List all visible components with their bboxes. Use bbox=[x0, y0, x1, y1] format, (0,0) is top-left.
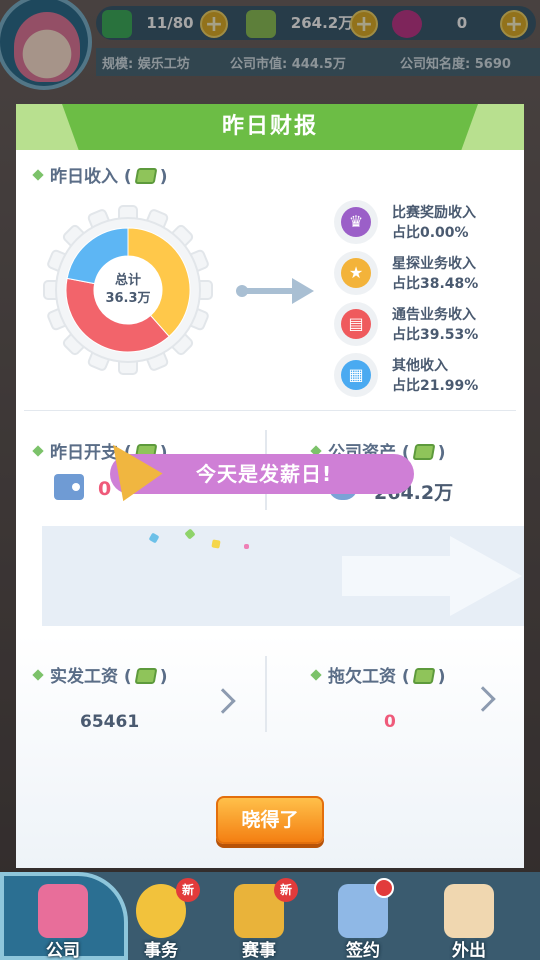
wallet-icon bbox=[54, 474, 84, 500]
nav-label: 外出 bbox=[452, 941, 486, 960]
legend-pct: 占比39.53% bbox=[392, 327, 479, 343]
dialog-title: 昨日财报 bbox=[221, 114, 318, 139]
dialog-banner: 昨日财报 bbox=[16, 104, 524, 150]
legend-badge: ▤ bbox=[334, 302, 378, 346]
legend-name: 其他收入 bbox=[392, 358, 448, 374]
income-heading: 昨日收入 () bbox=[32, 162, 168, 187]
company-icon bbox=[38, 884, 88, 938]
legend-pct: 占比38.48% bbox=[392, 276, 479, 292]
donut-hole bbox=[94, 256, 162, 324]
legend-badge: ▦ bbox=[334, 353, 378, 397]
paid-wages-label-end: ) bbox=[159, 667, 168, 687]
nav-item-company[interactable]: 公司 bbox=[18, 884, 108, 960]
assets-label-end: ) bbox=[437, 443, 446, 463]
bullet-icon bbox=[32, 669, 44, 681]
scout-star-icon: ★ bbox=[341, 258, 371, 288]
notification-dot bbox=[374, 878, 394, 898]
payday-arrow-decoration bbox=[342, 536, 522, 616]
owed-wages-heading: 拖欠工资 () bbox=[310, 662, 446, 687]
apps-grid-icon: ▦ bbox=[341, 360, 371, 390]
paid-wages-heading: 实发工资 () bbox=[32, 662, 168, 687]
trophy-icon: ♛ bbox=[341, 207, 371, 237]
nav-label: 公司 bbox=[46, 941, 80, 960]
column-divider bbox=[265, 656, 267, 732]
legend-pct: 占比21.99% bbox=[392, 378, 479, 394]
donut-total-value: 36.3万 bbox=[105, 291, 150, 306]
legend-badge: ♛ bbox=[334, 200, 378, 244]
confetti-icon bbox=[211, 539, 221, 549]
cash-icon bbox=[412, 668, 436, 684]
legend-item-scout: ★ 星探业务收入 占比38.48% bbox=[334, 251, 514, 295]
nav-item-exit[interactable]: 外出 bbox=[424, 884, 514, 960]
nav-label: 签约 bbox=[346, 941, 380, 960]
owed-wages-value: 0 bbox=[384, 712, 396, 732]
clapperboard-icon: ▤ bbox=[341, 309, 371, 339]
new-badge: 新 bbox=[176, 878, 200, 902]
cash-icon bbox=[412, 444, 436, 460]
nav-item-affairs[interactable]: 新 事务 bbox=[116, 878, 206, 960]
paid-wages-label: 实发工资 ( bbox=[50, 667, 132, 687]
cash-icon bbox=[134, 168, 158, 184]
income-donut-chart: 总计 36.3万 bbox=[43, 205, 213, 375]
section-divider bbox=[24, 410, 516, 411]
arrow-shaft bbox=[240, 288, 296, 294]
legend-pct: 占比0.00% bbox=[392, 225, 469, 241]
owed-wages-label-end: ) bbox=[437, 667, 446, 687]
new-badge: 新 bbox=[274, 878, 298, 902]
legend-name: 星探业务收入 bbox=[392, 256, 476, 272]
bullet-icon bbox=[32, 445, 44, 457]
bullet-icon bbox=[32, 169, 44, 181]
nav-item-contract[interactable]: 签约 bbox=[318, 878, 408, 960]
legend-name: 通告业务收入 bbox=[392, 307, 476, 323]
legend-item-notice: ▤ 通告业务收入 占比39.53% bbox=[334, 302, 514, 346]
nav-item-tournament[interactable]: 新 赛事 bbox=[214, 878, 304, 960]
legend-item-other: ▦ 其他收入 占比21.99% bbox=[334, 353, 514, 397]
income-label: 昨日收入 ( bbox=[50, 167, 132, 187]
ok-button[interactable]: 晓得了 bbox=[216, 796, 324, 844]
payday-banner bbox=[42, 526, 524, 626]
paid-wages-value: 65461 bbox=[80, 712, 140, 732]
door-exit-icon bbox=[444, 884, 494, 938]
income-label-end: ) bbox=[159, 167, 168, 187]
legend-badge: ★ bbox=[334, 251, 378, 295]
arrow-right-icon bbox=[292, 278, 314, 304]
nav-label: 赛事 bbox=[242, 941, 276, 960]
owed-wages-label: 拖欠工资 ( bbox=[328, 667, 410, 687]
confetti-icon bbox=[244, 544, 249, 549]
payday-message: 今天是发薪日! bbox=[196, 462, 333, 486]
legend-name: 比赛奖励收入 bbox=[392, 205, 476, 221]
nav-label: 事务 bbox=[144, 941, 178, 960]
legend-item-match: ♛ 比赛奖励收入 占比0.00% bbox=[334, 200, 514, 244]
donut-total-label: 总计 bbox=[115, 272, 141, 288]
cash-icon bbox=[134, 668, 158, 684]
bullet-icon bbox=[310, 669, 322, 681]
